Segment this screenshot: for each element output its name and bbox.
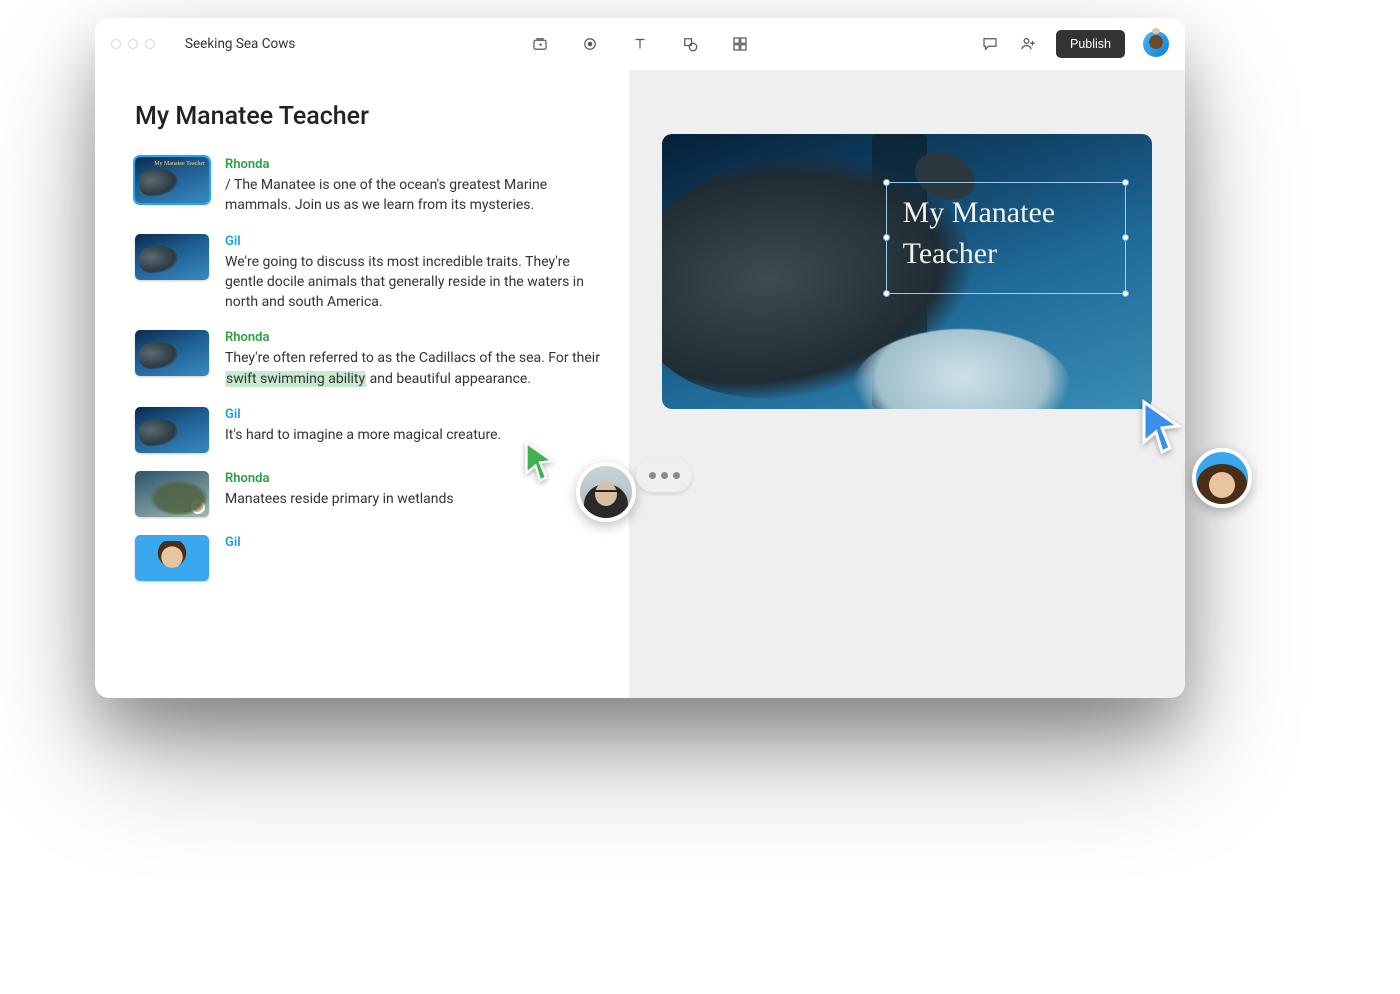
transcript-text[interactable]: It's hard to imagine a more magical crea… bbox=[225, 425, 609, 445]
segment-thumbnail[interactable] bbox=[135, 471, 209, 517]
close-window-icon[interactable] bbox=[111, 39, 121, 49]
resize-handle[interactable] bbox=[1122, 234, 1129, 241]
segment-thumbnail[interactable] bbox=[135, 234, 209, 280]
collaborator-avatar-rhonda bbox=[576, 462, 636, 522]
speaker-name[interactable]: Gil bbox=[225, 535, 609, 550]
segment-text: Rhonda Manatees reside primary in wetland… bbox=[225, 471, 609, 509]
transcript-text[interactable]: / The Manatee is one of the ocean's grea… bbox=[225, 175, 609, 216]
segment-row[interactable]: Gil It's hard to imagine a more magical c… bbox=[135, 407, 609, 453]
segment-row[interactable]: Gil bbox=[135, 535, 609, 581]
selection-frame[interactable] bbox=[886, 182, 1126, 294]
speaker-name[interactable]: Rhonda bbox=[225, 471, 609, 486]
collaborator-avatar-gil bbox=[1192, 448, 1252, 508]
app-window: Seeking Sea Cows bbox=[95, 18, 1185, 698]
window-controls[interactable] bbox=[111, 39, 155, 49]
segment-text: Rhonda They're often referred to as the C… bbox=[225, 330, 609, 389]
segment-row[interactable]: Gil We're going to discuss its most incre… bbox=[135, 234, 609, 313]
media-library-icon[interactable] bbox=[530, 34, 550, 54]
segment-row[interactable]: Rhonda Manatees reside primary in wetland… bbox=[135, 471, 609, 517]
segment-thumbnail[interactable] bbox=[135, 407, 209, 453]
minimize-window-icon[interactable] bbox=[128, 39, 138, 49]
page-title: My Manatee Teacher bbox=[135, 102, 609, 131]
typing-indicator bbox=[636, 458, 692, 492]
templates-icon[interactable] bbox=[730, 34, 750, 54]
transcript-text[interactable]: Manatees reside primary in wetlands bbox=[225, 489, 609, 509]
shapes-tool-icon[interactable] bbox=[680, 34, 700, 54]
resize-handle[interactable] bbox=[1122, 179, 1129, 186]
maximize-window-icon[interactable] bbox=[145, 39, 155, 49]
segment-text: Gil bbox=[225, 535, 609, 553]
transcript-text[interactable]: We're going to discuss its most incredib… bbox=[225, 252, 609, 313]
segment-thumbnail[interactable] bbox=[135, 535, 209, 581]
resize-handle[interactable] bbox=[883, 234, 890, 241]
publish-button[interactable]: Publish bbox=[1056, 30, 1125, 58]
toolbar: Seeking Sea Cows bbox=[95, 18, 1185, 70]
segment-row[interactable]: Rhonda They're often referred to as the C… bbox=[135, 330, 609, 389]
right-toolbar: Publish bbox=[980, 30, 1169, 58]
speaker-name[interactable]: Gil bbox=[225, 234, 609, 249]
segment-thumbnail[interactable]: My Manatee Teacher bbox=[135, 157, 209, 203]
segment-list: My Manatee Teacher Rhonda / The Manatee is… bbox=[135, 157, 609, 581]
canvas-panel[interactable]: My Manatee Teacher bbox=[629, 70, 1185, 698]
segment-thumbnail[interactable] bbox=[135, 330, 209, 376]
transcript-text[interactable]: They're often referred to as the Cadilla… bbox=[225, 348, 609, 389]
resize-handle[interactable] bbox=[1122, 290, 1129, 297]
content-area: My Manatee Teacher My Manatee Teacher Rho… bbox=[95, 70, 1185, 698]
text-tool-icon[interactable] bbox=[630, 34, 650, 54]
comments-icon[interactable] bbox=[980, 34, 1000, 54]
segment-text: Gil We're going to discuss its most incre… bbox=[225, 234, 609, 313]
resize-handle[interactable] bbox=[883, 290, 890, 297]
speaker-name[interactable]: Gil bbox=[225, 407, 609, 422]
document-title[interactable]: Seeking Sea Cows bbox=[185, 36, 295, 52]
segment-text: Rhonda / The Manatee is one of the ocean'… bbox=[225, 157, 609, 216]
speaker-name[interactable]: Rhonda bbox=[225, 330, 609, 345]
record-icon[interactable] bbox=[580, 34, 600, 54]
user-avatar[interactable] bbox=[1143, 31, 1169, 57]
segment-row[interactable]: My Manatee Teacher Rhonda / The Manatee is… bbox=[135, 157, 609, 216]
resize-handle[interactable] bbox=[883, 179, 890, 186]
script-panel: My Manatee Teacher My Manatee Teacher Rho… bbox=[95, 70, 629, 698]
share-invite-icon[interactable] bbox=[1018, 34, 1038, 54]
center-toolbar bbox=[530, 34, 750, 54]
slide-preview[interactable]: My Manatee Teacher bbox=[662, 134, 1151, 409]
segment-text: Gil It's hard to imagine a more magical c… bbox=[225, 407, 609, 445]
highlighted-text[interactable]: swift swimming ability bbox=[225, 371, 366, 387]
speaker-name[interactable]: Rhonda bbox=[225, 157, 609, 172]
